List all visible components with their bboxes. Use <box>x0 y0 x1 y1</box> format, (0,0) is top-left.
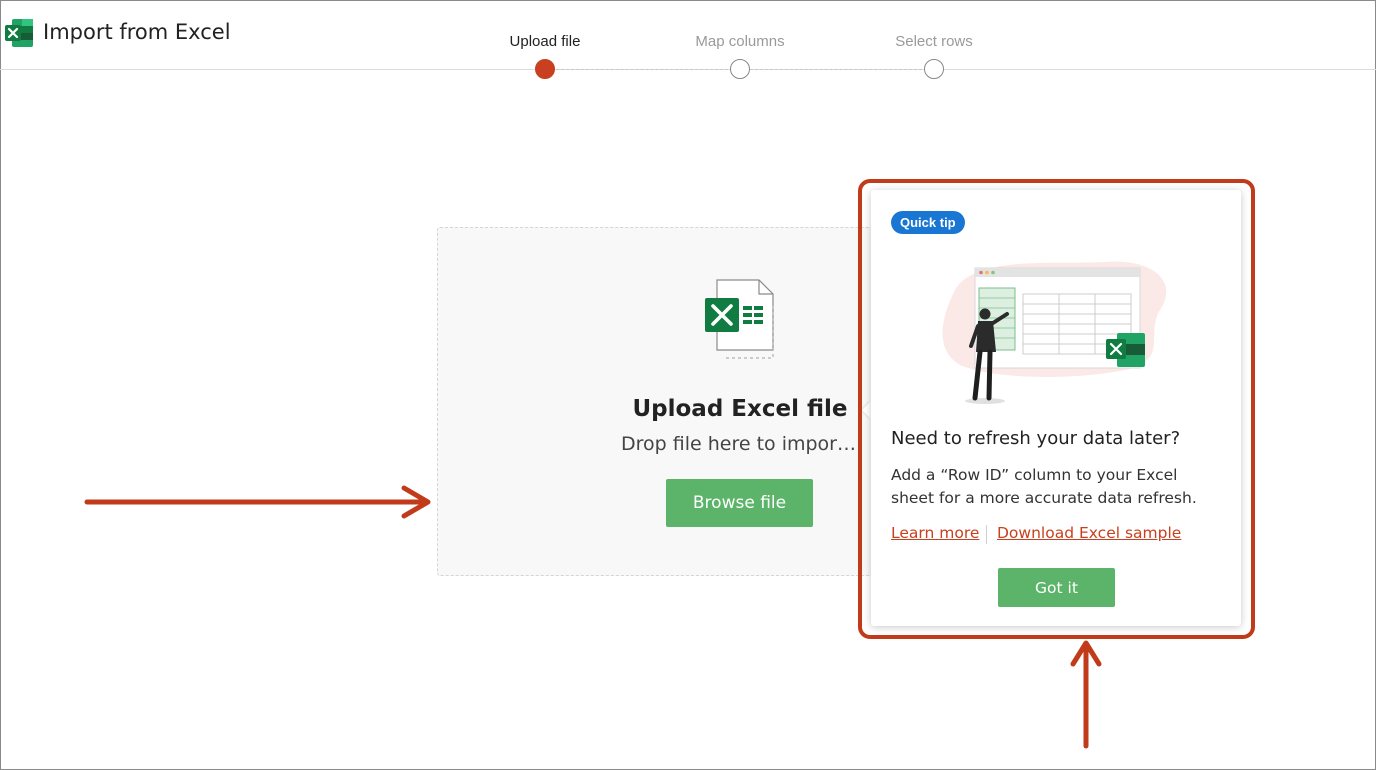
step-select-rows-dot[interactable] <box>924 59 944 79</box>
browse-file-button[interactable]: Browse file <box>666 479 813 527</box>
step-connector <box>556 69 728 70</box>
link-divider <box>986 525 987 544</box>
upload-subtitle: Drop file here to import or... <box>621 433 859 455</box>
tip-title: Need to refresh your data later? <box>891 428 1181 449</box>
header: Import from Excel <box>0 0 1376 70</box>
step-connector <box>750 69 922 70</box>
tip-pointer <box>862 401 871 419</box>
spreadsheet-illustration <box>942 261 1167 404</box>
got-it-button[interactable]: Got it <box>998 568 1115 607</box>
step-upload-file-dot[interactable] <box>535 59 555 79</box>
page-title: Import from Excel <box>43 20 231 44</box>
download-excel-sample-link[interactable]: Download Excel sample <box>997 524 1181 542</box>
step-upload-file-label[interactable]: Upload file <box>510 33 581 50</box>
tip-body: Add a “Row ID” column to your Excel shee… <box>891 466 1197 507</box>
excel-file-icon <box>705 279 774 359</box>
upload-title: Upload Excel file <box>632 396 848 422</box>
quick-tip-badge: Quick tip <box>891 211 965 234</box>
learn-more-link[interactable]: Learn more <box>891 524 979 542</box>
step-map-columns-dot[interactable] <box>730 59 750 79</box>
excel-logo-icon <box>5 19 33 47</box>
step-map-columns-label[interactable]: Map columns <box>695 33 784 50</box>
step-select-rows-label[interactable]: Select rows <box>895 33 973 50</box>
